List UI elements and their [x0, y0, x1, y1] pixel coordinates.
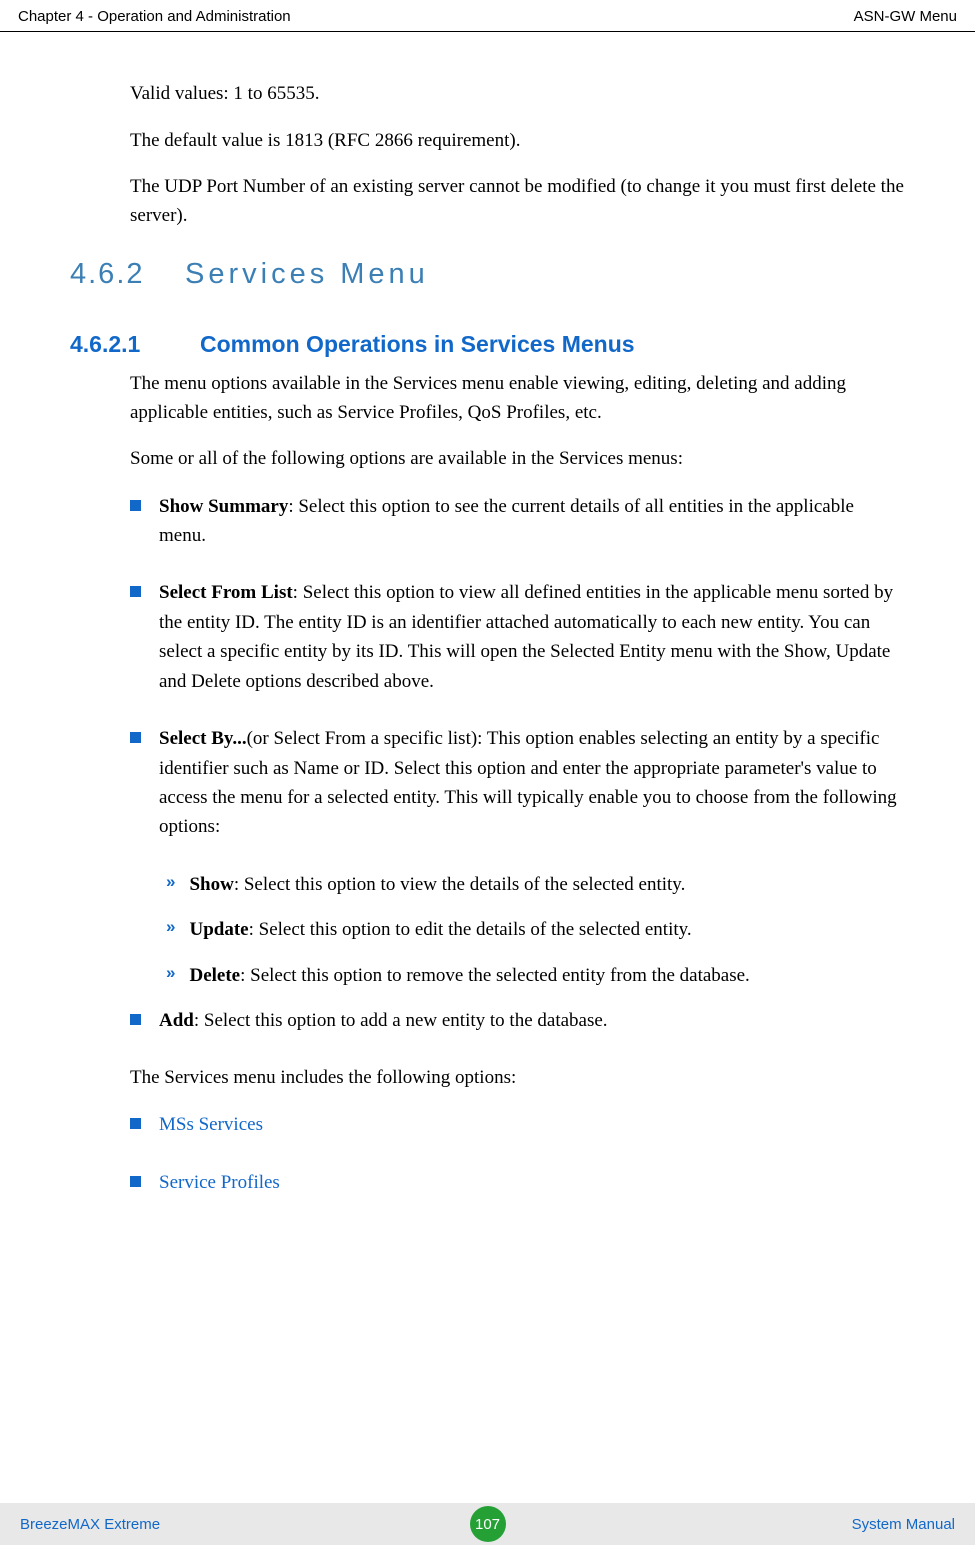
sub-bullet-label: Delete [189, 965, 240, 986]
page-footer: BreezeMAX Extreme 107 System Manual [0, 1503, 975, 1545]
chevron-icon: » [166, 917, 175, 937]
bullet-add: Add: Select this option to add a new ent… [130, 1006, 905, 1035]
intro-paragraph-1: Valid values: 1 to 65535. [130, 80, 905, 109]
section-number: 4.6.2 [70, 258, 185, 291]
subsection-paragraph-2: Some or all of the following options are… [130, 445, 905, 474]
bullet-label: Show Summary [159, 496, 288, 517]
link-text: MSs Services [159, 1110, 263, 1139]
link-mss-services[interactable]: MSs Services [130, 1110, 905, 1139]
sub-bullet-label: Update [189, 919, 248, 940]
square-bullet-icon [130, 500, 141, 511]
bullet-select-from-list: Select From List: Select this option to … [130, 578, 905, 696]
bullet-text: Select From List: Select this option to … [159, 578, 905, 696]
link-list: MSs Services Service Profiles [130, 1110, 905, 1197]
square-bullet-icon [130, 1176, 141, 1187]
sub-bullet-delete: » Delete: Select this option to remove t… [166, 961, 905, 990]
link-service-profiles[interactable]: Service Profiles [130, 1168, 905, 1197]
sub-bullet-show: » Show: Select this option to view the d… [166, 870, 905, 899]
square-bullet-icon [130, 732, 141, 743]
bullet-body: (or Select From a specific list): This o… [159, 728, 897, 837]
bullet-text: Add: Select this option to add a new ent… [159, 1006, 608, 1035]
bullet-list-2: Add: Select this option to add a new ent… [130, 1006, 905, 1035]
link-text: Service Profiles [159, 1168, 280, 1197]
bullet-label: Add [159, 1010, 194, 1031]
sub-bullet-list: » Show: Select this option to view the d… [166, 870, 905, 990]
page-number: 107 [475, 1516, 500, 1533]
page-number-badge: 107 [470, 1506, 506, 1542]
intro-paragraph-3: The UDP Port Number of an existing serve… [130, 173, 905, 230]
chevron-icon: » [166, 872, 175, 892]
sub-bullet-text: Update: Select this option to edit the d… [189, 915, 691, 944]
sub-bullet-label: Show [189, 874, 233, 895]
page-header: Chapter 4 - Operation and Administration… [0, 0, 975, 32]
square-bullet-icon [130, 1014, 141, 1025]
header-left: Chapter 4 - Operation and Administration [18, 8, 291, 25]
sub-bullet-body: : Select this option to edit the details… [249, 919, 692, 940]
section-title: Services Menu [185, 258, 429, 291]
subsection-paragraph-1: The menu options available in the Servic… [130, 370, 905, 427]
header-right: ASN-GW Menu [854, 8, 957, 25]
bullet-select-by: Select By...(or Select From a specific l… [130, 724, 905, 842]
bullet-show-summary: Show Summary: Select this option to see … [130, 492, 905, 551]
bullet-label: Select By... [159, 728, 247, 749]
footer-left: BreezeMAX Extreme [20, 1516, 160, 1533]
sub-bullet-update: » Update: Select this option to edit the… [166, 915, 905, 944]
bullet-body: : Select this option to add a new entity… [194, 1010, 608, 1031]
sub-bullet-body: : Select this option to view the details… [234, 874, 686, 895]
square-bullet-icon [130, 586, 141, 597]
square-bullet-icon [130, 1118, 141, 1129]
bullet-label: Select From List [159, 582, 293, 603]
bullet-list: Show Summary: Select this option to see … [130, 492, 905, 842]
content-area: Valid values: 1 to 65535. The default va… [0, 32, 975, 1197]
bullet-text: Show Summary: Select this option to see … [159, 492, 905, 551]
intro-paragraph-2: The default value is 1813 (RFC 2866 requ… [130, 127, 905, 156]
sub-bullet-text: Delete: Select this option to remove the… [189, 961, 749, 990]
subsection-heading: 4.6.2.1 Common Operations in Services Me… [70, 331, 905, 358]
sub-bullet-text: Show: Select this option to view the det… [189, 870, 685, 899]
subsection-title: Common Operations in Services Menus [200, 331, 635, 358]
sub-bullet-body: : Select this option to remove the selec… [240, 965, 750, 986]
bullet-text: Select By...(or Select From a specific l… [159, 724, 905, 842]
chevron-icon: » [166, 963, 175, 983]
section-heading: 4.6.2 Services Menu [70, 258, 905, 291]
footer-right: System Manual [852, 1516, 955, 1533]
subsection-number: 4.6.2.1 [70, 331, 200, 358]
outro-paragraph: The Services menu includes the following… [130, 1064, 905, 1093]
